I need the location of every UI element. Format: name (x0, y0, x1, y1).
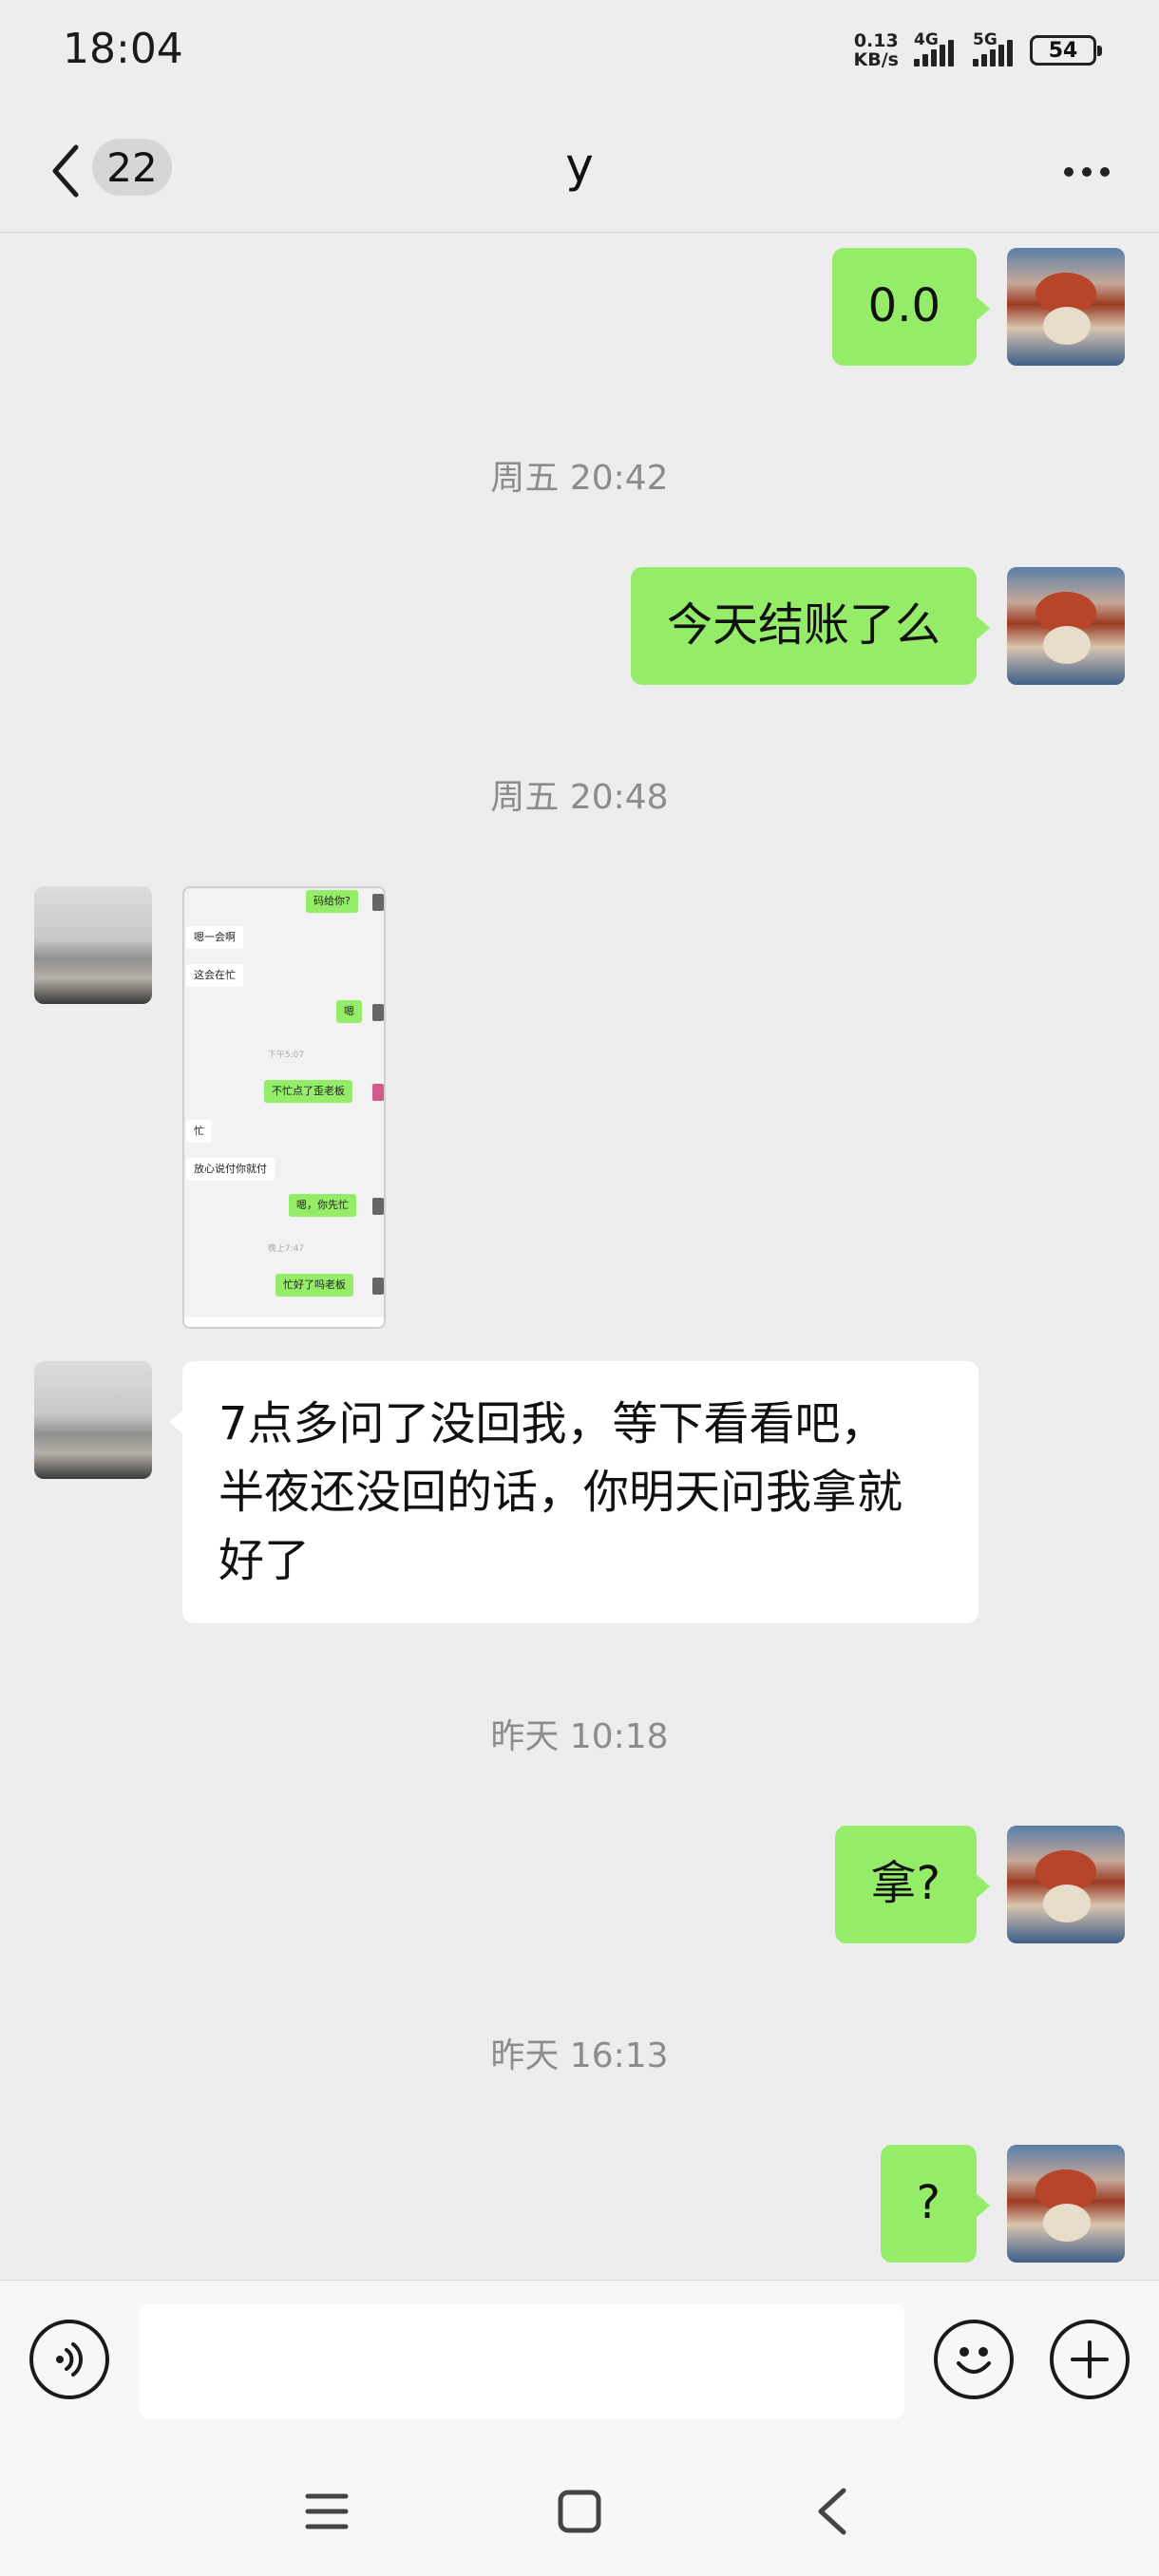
emoji-icon[interactable] (934, 2320, 1014, 2399)
mini-time: 下午5:07 (267, 1051, 305, 1060)
message-bubble-self[interactable]: ? (880, 2145, 991, 2263)
timestamp: 周五 20:42 (490, 459, 669, 498)
more-dots-icon[interactable] (1049, 143, 1125, 200)
mini-bubble: 嗯一会啊 (186, 926, 243, 949)
message-bubble-self[interactable]: 拿? (834, 1826, 991, 1943)
mini-bubble: 这会在忙 (186, 964, 243, 987)
input-bar (0, 2280, 1159, 2441)
mini-bubble: 忙好了吗老板 (276, 1274, 353, 1297)
unread-count-badge[interactable]: 22 (92, 139, 172, 196)
sys-back-icon[interactable] (794, 2473, 870, 2549)
system-navigation-bar (0, 2441, 1159, 2576)
message-input[interactable] (139, 2303, 904, 2419)
status-icons: 0.13 KB/s 4G 5G 54 (853, 28, 1102, 72)
message-list[interactable]: 0.0 周五 20:42 今天结账了么 周五 20:48 (0, 234, 1159, 2280)
plus-icon[interactable] (1050, 2320, 1130, 2399)
avatar[interactable] (1007, 567, 1125, 685)
message-bubble-self[interactable]: 今天结账了么 (630, 567, 991, 685)
avatar[interactable] (1007, 1826, 1125, 1943)
message-bubble-self[interactable]: 0.0 (831, 248, 991, 366)
battery-icon: 54 (1030, 35, 1102, 66)
home-icon[interactable] (542, 2473, 618, 2549)
chat-header: 22 y (0, 100, 1159, 233)
status-bar: 18:04 0.13 KB/s 4G 5G 54 (0, 0, 1159, 100)
chevron-left-icon[interactable] (42, 138, 89, 204)
mini-bubble: 嗯 (336, 1000, 362, 1023)
mini-bubble: 放心说付你就付 (186, 1158, 275, 1181)
menu-icon[interactable] (289, 2473, 365, 2549)
signal-4g-icon: 4G (914, 30, 954, 66)
message-bubble-other[interactable]: 7点多问了没回我，等下看看吧， 半夜还没回的话，你明天问我拿就 好了 (169, 1361, 978, 1623)
chat-title: y (565, 138, 594, 193)
avatar[interactable] (1007, 2145, 1125, 2263)
avatar[interactable] (1007, 248, 1125, 366)
mini-bubble: 嗯，你先忙 (289, 1194, 356, 1217)
status-time: 18:04 (63, 25, 183, 73)
image-message[interactable]: 码给你? 嗯一会啊 这会在忙 嗯 下午5:07 不忙点了歪老板 忙 放心说付你就… (182, 886, 386, 1329)
avatar[interactable] (34, 1361, 152, 1479)
signal-5g-icon: 5G (973, 30, 1013, 66)
mini-bubble: 忙 (186, 1120, 212, 1143)
mini-bubble: 不忙点了歪老板 (264, 1080, 352, 1103)
timestamp: 周五 20:48 (490, 778, 669, 817)
network-speed: 0.13 KB/s (853, 30, 899, 70)
mini-time: 晚上7:47 (267, 1244, 305, 1254)
avatar[interactable] (34, 886, 152, 1004)
voice-icon[interactable] (29, 2320, 109, 2399)
mini-bubble: 码给你? (306, 890, 358, 913)
